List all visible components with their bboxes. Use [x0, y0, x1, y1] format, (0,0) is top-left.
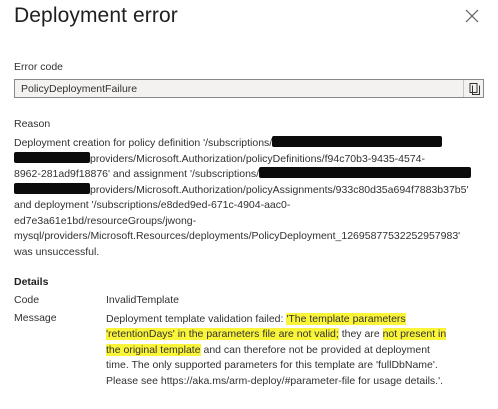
- message-line: 'retentionDays' in the parameters file a…: [106, 328, 447, 341]
- highlighted-text: the original template: [106, 343, 201, 356]
- reason-line: 8962-281ad9f18876' and assignment '/subs…: [14, 167, 492, 183]
- reason-line: mysql/providers/Microsoft.Resources/depl…: [14, 230, 461, 242]
- error-code-value: PolicyDeploymentFailure: [21, 83, 138, 95]
- message-line: the original template and can therefore …: [106, 343, 430, 356]
- redaction-bar: [272, 136, 443, 147]
- copy-icon[interactable]: [464, 80, 483, 97]
- redaction-bar: [14, 182, 90, 194]
- message-label: Message: [14, 312, 57, 324]
- reason-line: providers/Microsoft.Authorization/policy…: [14, 182, 492, 199]
- details-heading: Details: [14, 276, 49, 288]
- redaction-bar: [259, 167, 472, 178]
- reason-label: Reason: [14, 118, 51, 130]
- reason-line: ed7e3a61e1bd/resourceGroups/jwong-: [14, 214, 197, 227]
- reason-line: and deployment '/subscriptions/e8ded9ed-…: [14, 199, 291, 211]
- copy-button[interactable]: [463, 80, 483, 97]
- code-label: Code: [14, 294, 40, 306]
- redaction-bar: [14, 151, 90, 163]
- message-line: Please see https://aka.ms/arm-deploy/#pa…: [106, 374, 443, 387]
- message-line: time. The only supported parameters for …: [106, 359, 438, 372]
- error-code-label: Error code: [14, 61, 64, 73]
- reason-line: was unsuccessful.: [14, 245, 100, 258]
- reason-line: providers/Microsoft.Authorization/policy…: [14, 151, 492, 168]
- error-code-field[interactable]: PolicyDeploymentFailure: [14, 79, 484, 98]
- message-line: Deployment template validation failed: '…: [106, 313, 406, 325]
- message-text: Deployment template validation failed: '…: [106, 312, 494, 389]
- dialog-title: Deployment error: [14, 4, 178, 27]
- close-button[interactable]: [462, 6, 482, 26]
- close-icon[interactable]: [462, 6, 482, 26]
- reason-text: Deployment creation for policy definitio…: [14, 136, 492, 260]
- reason-line: Deployment creation for policy definitio…: [14, 136, 492, 152]
- code-value: InvalidTemplate: [106, 294, 179, 306]
- highlighted-text: not present in: [382, 328, 447, 341]
- highlighted-text: 'The template parameters: [286, 313, 406, 325]
- highlighted-text: 'retentionDays' in the parameters file a…: [106, 328, 339, 341]
